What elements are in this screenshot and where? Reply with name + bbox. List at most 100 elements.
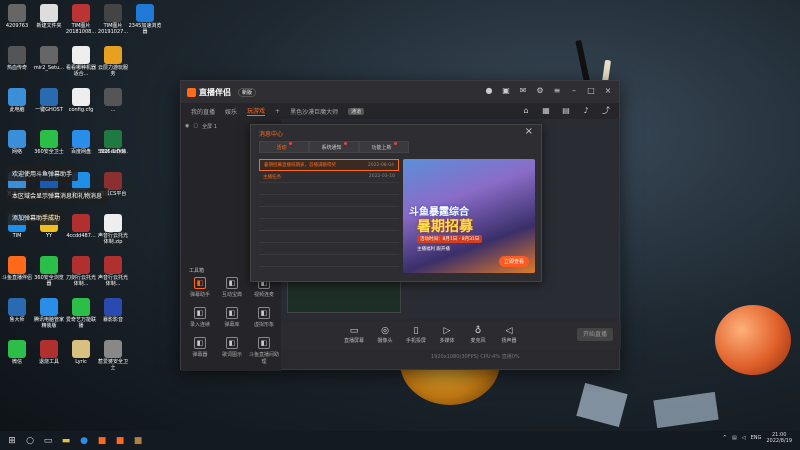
version-badge[interactable]: 新版 — [238, 87, 257, 97]
tab-3[interactable]: + — [275, 108, 280, 115]
tool-4[interactable]: ◧ 弹幕库 — [217, 307, 247, 328]
browser-icon[interactable]: ● — [78, 435, 90, 447]
desktop-icon[interactable]: 此电脑 — [0, 88, 34, 114]
dialog-tab-2[interactable]: 功能上新 — [359, 141, 409, 153]
desktop-icon[interactable]: 微信 — [0, 340, 34, 366]
tool-8[interactable]: ◧ 斗鱼直播间助理 — [249, 337, 279, 365]
lock-icon[interactable]: ▢ — [193, 123, 198, 130]
desktop-icon[interactable]: TIM图片 20191027... — [96, 4, 130, 35]
volume-icon[interactable]: ◁ — [742, 435, 746, 441]
grid-icon[interactable]: ▦ — [541, 106, 551, 116]
chevron-up-icon[interactable]: ^ — [723, 435, 727, 441]
tool-3[interactable]: ◧ 录入连续 — [185, 307, 215, 328]
source-button-3[interactable]: ▷ 多媒体 — [436, 326, 458, 344]
list-item[interactable]: 暑期招募直播排期表，首播满额得奖 2022-08-04 — [259, 159, 399, 171]
desktop-icon[interactable]: 新建文件夹 — [32, 4, 66, 30]
lang-indicator[interactable]: ENG — [751, 435, 762, 441]
desktop-icon[interactable]: 惹爱婆安全卫士 — [96, 340, 130, 371]
source-button-2[interactable]: ▯ 手机投屏 — [405, 326, 427, 344]
start-live-button[interactable]: 开始直播 — [577, 328, 613, 341]
list-item[interactable]: 主播任务 2022-03-10 — [259, 171, 399, 183]
desktop-icon[interactable]: TIM图片 20181008... — [64, 4, 98, 35]
tab-5[interactable]: 通道 — [348, 107, 365, 115]
desktop-icon[interactable]: 暴影影音 — [96, 298, 130, 324]
dialog-tab-1[interactable]: 系统通知 — [309, 141, 359, 153]
desktop-icon[interactable]: 一键GHOST — [32, 88, 66, 114]
gift-icon[interactable]: ▣ — [501, 86, 511, 96]
shop-icon[interactable]: ⌂ — [521, 106, 531, 116]
desktop-icon[interactable]: 云层力游玩服务 — [96, 46, 130, 77]
eye-icon[interactable]: ◉ — [185, 123, 189, 130]
settings-icon[interactable]: ⚙ — [535, 86, 545, 96]
close-icon[interactable]: × — [525, 126, 533, 137]
source-button-5[interactable]: ◁ 扬声器 — [498, 326, 520, 344]
bell-icon[interactable]: ♪ — [581, 106, 591, 116]
desktop-icon[interactable]: 鲁大师 — [0, 298, 34, 324]
close-icon[interactable]: × — [603, 86, 613, 96]
tab-0[interactable]: 我的直播 — [191, 107, 215, 116]
desktop-icon[interactable]: 百度网盘 — [64, 130, 98, 156]
desktop-icon[interactable]: 360安全卫士 — [32, 130, 66, 156]
desktop-icon[interactable]: 腾讯电脑管家精装版 — [32, 298, 66, 329]
douyu-icon[interactable]: ■ — [96, 435, 108, 447]
tool-7[interactable]: ◧ 歌词图示 — [217, 337, 247, 358]
desktop-icon[interactable]: 斗鱼直播伴侣 — [0, 256, 34, 282]
app-icon[interactable]: ■ — [132, 435, 144, 447]
source-button-4[interactable]: ♁ 麦克风 — [467, 326, 489, 344]
app-icon[interactable]: ■ — [114, 435, 126, 447]
tab-2[interactable]: 玩游戏 — [247, 106, 266, 116]
desktop-icon[interactable]: 声音行云托光体制.zip — [96, 214, 130, 245]
desktop-icon[interactable]: 4209763 — [0, 4, 34, 30]
desktop-icon[interactable]: 看看哪种机器适合... — [64, 46, 98, 77]
preview-thumbnail[interactable] — [287, 279, 401, 313]
desktop-icon[interactable]: SSX 工作簿 — [96, 130, 130, 156]
tab-1[interactable]: 娱乐 — [225, 107, 237, 116]
taskview-icon[interactable]: ▭ — [42, 435, 54, 447]
desktop-icon[interactable]: 热血传奇 — [0, 46, 34, 72]
list-item-empty — [259, 183, 399, 195]
desktop-icon[interactable]: 2345加速浏览器 — [128, 4, 162, 35]
message-list: 暑期招募直播排期表，首播满额得奖 2022-08-04 主播任务 2022-03-10 — [259, 159, 399, 277]
avatar[interactable]: ● — [484, 86, 494, 96]
maximize-icon[interactable]: □ — [586, 86, 596, 96]
windows-icon[interactable]: ⊞ — [6, 435, 18, 447]
share-icon[interactable]: ⤴ — [601, 106, 611, 116]
message-center-dialog: 消息中心 × 活动 系统通知 功能上新 暑期招募直播排期表，首播满额得奖 2022-0… — [250, 124, 542, 282]
mail-icon[interactable]: ✉ — [518, 86, 528, 96]
source-button-0[interactable]: ▭ 直播屏幕 — [343, 326, 365, 344]
list-item-empty — [259, 195, 399, 207]
desktop-icon[interactable]: config.cfg — [64, 88, 98, 114]
clock[interactable]: 21:00 2022/8/19 — [766, 432, 792, 444]
save-icon[interactable]: ▤ — [561, 106, 571, 116]
desktop-icon[interactable]: 爱奇艺万能联播 — [64, 298, 98, 329]
dialog-tab-0[interactable]: 活动 — [259, 141, 309, 153]
desktop-icon[interactable]: 360安全浏览器 — [32, 256, 66, 287]
menu-icon[interactable]: ≡ — [552, 86, 562, 96]
minimize-icon[interactable]: – — [569, 86, 579, 96]
view-now-button[interactable]: 立即查看 — [498, 256, 529, 267]
tool-0[interactable]: ◧ 弹幕助手 — [185, 277, 215, 298]
desktop-icon[interactable]: 刀剑行云托光体制... — [64, 256, 98, 287]
tool-1[interactable]: ◧ 互动宝典 — [217, 277, 247, 298]
search-icon[interactable]: ○ — [24, 435, 36, 447]
desktop-icon[interactable]: 声音行云托光体制... — [96, 256, 130, 287]
desktop-icon-label: 360安全卫士 — [34, 149, 64, 155]
desktop-icon[interactable]: mir2_Setu... — [32, 46, 66, 72]
tool-6[interactable]: ◧ 弹幕器 — [185, 337, 215, 358]
desktop-icon[interactable]: Lyric — [64, 340, 98, 366]
promo-banner[interactable]: 斗鱼暴霆综合 暑期招募 活动时间：8月1日 - 8月31日 主播福利 跟开播 立… — [403, 159, 535, 273]
folder-icon[interactable]: ▬ — [60, 435, 72, 447]
tab-4[interactable]: 黑色沙漠巨魔大师 — [290, 107, 338, 116]
tool-5[interactable]: ◧ 虚拟形象 — [249, 307, 279, 328]
desktop-icon[interactable]: 退烧工具 — [32, 340, 66, 366]
network-icon[interactable]: ▤ — [732, 435, 737, 441]
scene-header: ◉ ▢ 全屏 1 — [185, 123, 217, 130]
desktop-icon[interactable]: ... — [96, 88, 130, 114]
scene-label[interactable]: 全屏 1 — [202, 123, 217, 130]
box-icon: ◧ — [194, 337, 206, 349]
desktop-icon[interactable]: 4ccdd487... — [64, 214, 98, 240]
source-button-1[interactable]: ◎ 摄像头 — [374, 326, 396, 344]
desktop-icon[interactable]: 网络 — [0, 130, 34, 156]
app-icon — [104, 46, 122, 64]
app-logo: 直播伴侣 新版 — [187, 87, 257, 98]
